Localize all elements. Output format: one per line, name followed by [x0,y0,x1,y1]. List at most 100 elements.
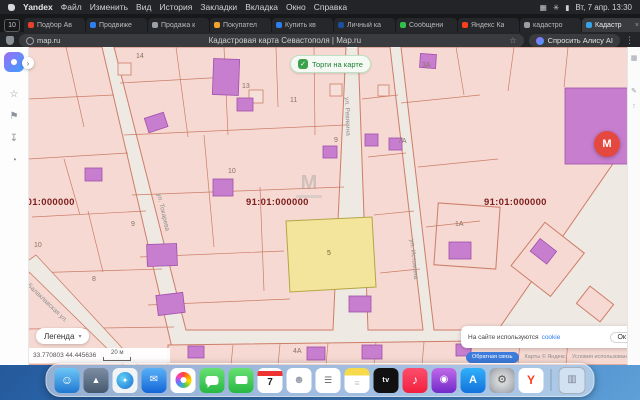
feedback-button[interactable]: Обратная связь [466,352,519,363]
chat-bubble-icon [206,376,219,385]
parcel-label: 14 [136,53,144,60]
selected-parcel[interactable] [286,217,376,292]
cookie-link[interactable]: cookie [542,334,561,341]
alice-icon[interactable] [4,52,24,72]
dock-music[interactable]: ♪ [403,368,428,393]
alice-ai-icon [536,37,544,45]
dock-mail[interactable]: ✉ [142,368,167,393]
parcel-label: 9 [334,137,338,144]
tab-bar: 10 Подбор Ав Продвиже Продажа к Покупате… [0,14,640,32]
terms-link[interactable]: Условия использования [572,354,628,360]
dock-contacts[interactable]: ☻ [287,368,312,393]
menu-window[interactable]: Окно [286,2,306,12]
pencil-icon[interactable]: ✎ [631,88,637,95]
map-brand-marker[interactable]: М [594,131,620,157]
auction-icon: ✓ [298,59,308,69]
tab-10-active[interactable]: Кадастр× [582,18,640,32]
parcel-label: 4А [293,348,302,355]
ask-alice-button[interactable]: Спросить Алису AI [529,34,620,47]
attribution-row: Обратная связь Карты © Яндекс Условия ис… [466,351,626,363]
dock-yandex-browser[interactable]: Y [519,368,544,393]
parcel-label: 7А [398,138,407,145]
dock-calendar[interactable]: 7 [258,368,283,393]
video-camera-icon [235,376,247,384]
sidebar-expand-chevron-icon[interactable]: › [22,57,34,69]
browser-right-sidebar: ▦ ✎ ↑ [627,47,640,365]
tab-6[interactable]: Личный ка [334,18,395,32]
tab-8[interactable]: Яндекс Ка [458,18,519,32]
keyboard-icon[interactable]: ▦ [540,3,547,12]
map-attribution: Карты © Яндекс [525,354,566,360]
tab-favicon [462,22,468,28]
dock-podcasts[interactable]: ◉ [432,368,457,393]
grid-icon[interactable]: ▦ [631,55,638,62]
apple-menu-icon[interactable] [8,4,15,11]
tab-favicon [214,22,220,28]
dock-tv[interactable]: tv [374,368,399,393]
menu-edit[interactable]: Изменить [90,2,128,12]
menu-tab[interactable]: Вкладка [245,2,278,12]
tab-favicon [90,22,96,28]
history-clock-icon[interactable]: ◔ [11,156,17,166]
dock-app-store[interactable]: A [461,368,486,393]
tab-2[interactable]: Продвиже [86,18,147,32]
menu-help[interactable]: Справка [314,2,347,12]
browser-window: 10 Подбор Ав Продвиже Продажа к Покупате… [0,14,640,365]
tab-9[interactable]: кадастро [520,18,581,32]
menu-bookmarks[interactable]: Закладки [200,2,237,12]
site-url: map.ru [37,36,60,45]
map-watermark: М [296,173,322,198]
menu-history[interactable]: История [159,2,192,12]
tab-favicon [28,22,34,28]
tab-favicon [586,22,592,28]
cookie-ok-button[interactable]: Ок [610,332,628,343]
dock-trash[interactable]: ▥ [559,367,586,394]
dock-facetime[interactable] [229,368,254,393]
app-menu-name[interactable]: Yandex [23,2,53,12]
dock-messages[interactable] [200,368,225,393]
selected-parcel-label: 5 [327,250,331,257]
dock-finder[interactable]: ☺ [55,368,80,393]
protect-shield-icon[interactable] [6,36,14,45]
browser-menu-icon[interactable]: ⋮ [625,35,634,46]
cookie-notice: На сайте используются cookie Ок [461,326,628,348]
tab-close-icon[interactable]: × [635,22,639,29]
dock-launchpad[interactable]: ▲ [84,368,109,393]
address-input[interactable]: map.ru Кадастровая карта Севастополя | M… [19,34,524,47]
favorites-star-icon[interactable]: ☆ [10,90,19,100]
collections-flag-icon[interactable]: ⚑ [10,112,19,122]
tab-3[interactable]: Продажа к [148,18,209,32]
downloads-icon[interactable]: ↧ [10,134,18,144]
tab-7[interactable]: Сообщени [396,18,457,32]
cadastral-map[interactable]: 91:01:000000 91:01:000000 91:01:000000 1… [28,47,628,365]
coordinates-bar: 33.770803 44.445636 20 м [28,348,170,363]
dock-reminders[interactable]: ☰ [316,368,341,393]
tab-5[interactable]: Купить кв [272,18,333,32]
tab-4[interactable]: Покупател [210,18,271,32]
dock-photos[interactable] [171,368,196,393]
macos-menubar: Yandex Файл Изменить Вид История Закладк… [0,0,640,14]
dock-safari[interactable]: ✦ [113,368,138,393]
menu-view[interactable]: Вид [136,2,151,12]
parcel-label: 13 [242,83,250,90]
wifi-icon[interactable]: ✳ [553,3,559,12]
battery-icon[interactable]: ▮ [565,3,569,12]
chevron-down-icon: ▾ [78,333,81,340]
share-icon[interactable]: ↑ [632,103,636,110]
tab-favicon [400,22,406,28]
bookmark-star-icon[interactable]: ☆ [509,36,516,45]
torgi-na-karte-button[interactable]: ✓ Торги на карте [290,55,371,73]
menu-file[interactable]: Файл [61,2,82,12]
legend-button[interactable]: Легенда ▾ [36,328,89,344]
browser-left-sidebar: ☆ ⚑ ↧ ◔ [0,47,29,365]
tab-1[interactable]: Подбор Ав [24,18,85,32]
tab-counter[interactable]: 10 [4,19,20,32]
menubar-clock[interactable]: Вт, 7 апр. 13:30 [575,3,632,12]
dock-divider [551,369,552,391]
dock-settings[interactable]: ⚙ [490,368,515,393]
tab-favicon [276,22,282,28]
dock-notes[interactable]: ≡ [345,368,370,393]
quarter-label: 91:01:000000 [28,198,75,208]
tab-favicon [152,22,158,28]
compass-icon: ✦ [117,372,134,389]
